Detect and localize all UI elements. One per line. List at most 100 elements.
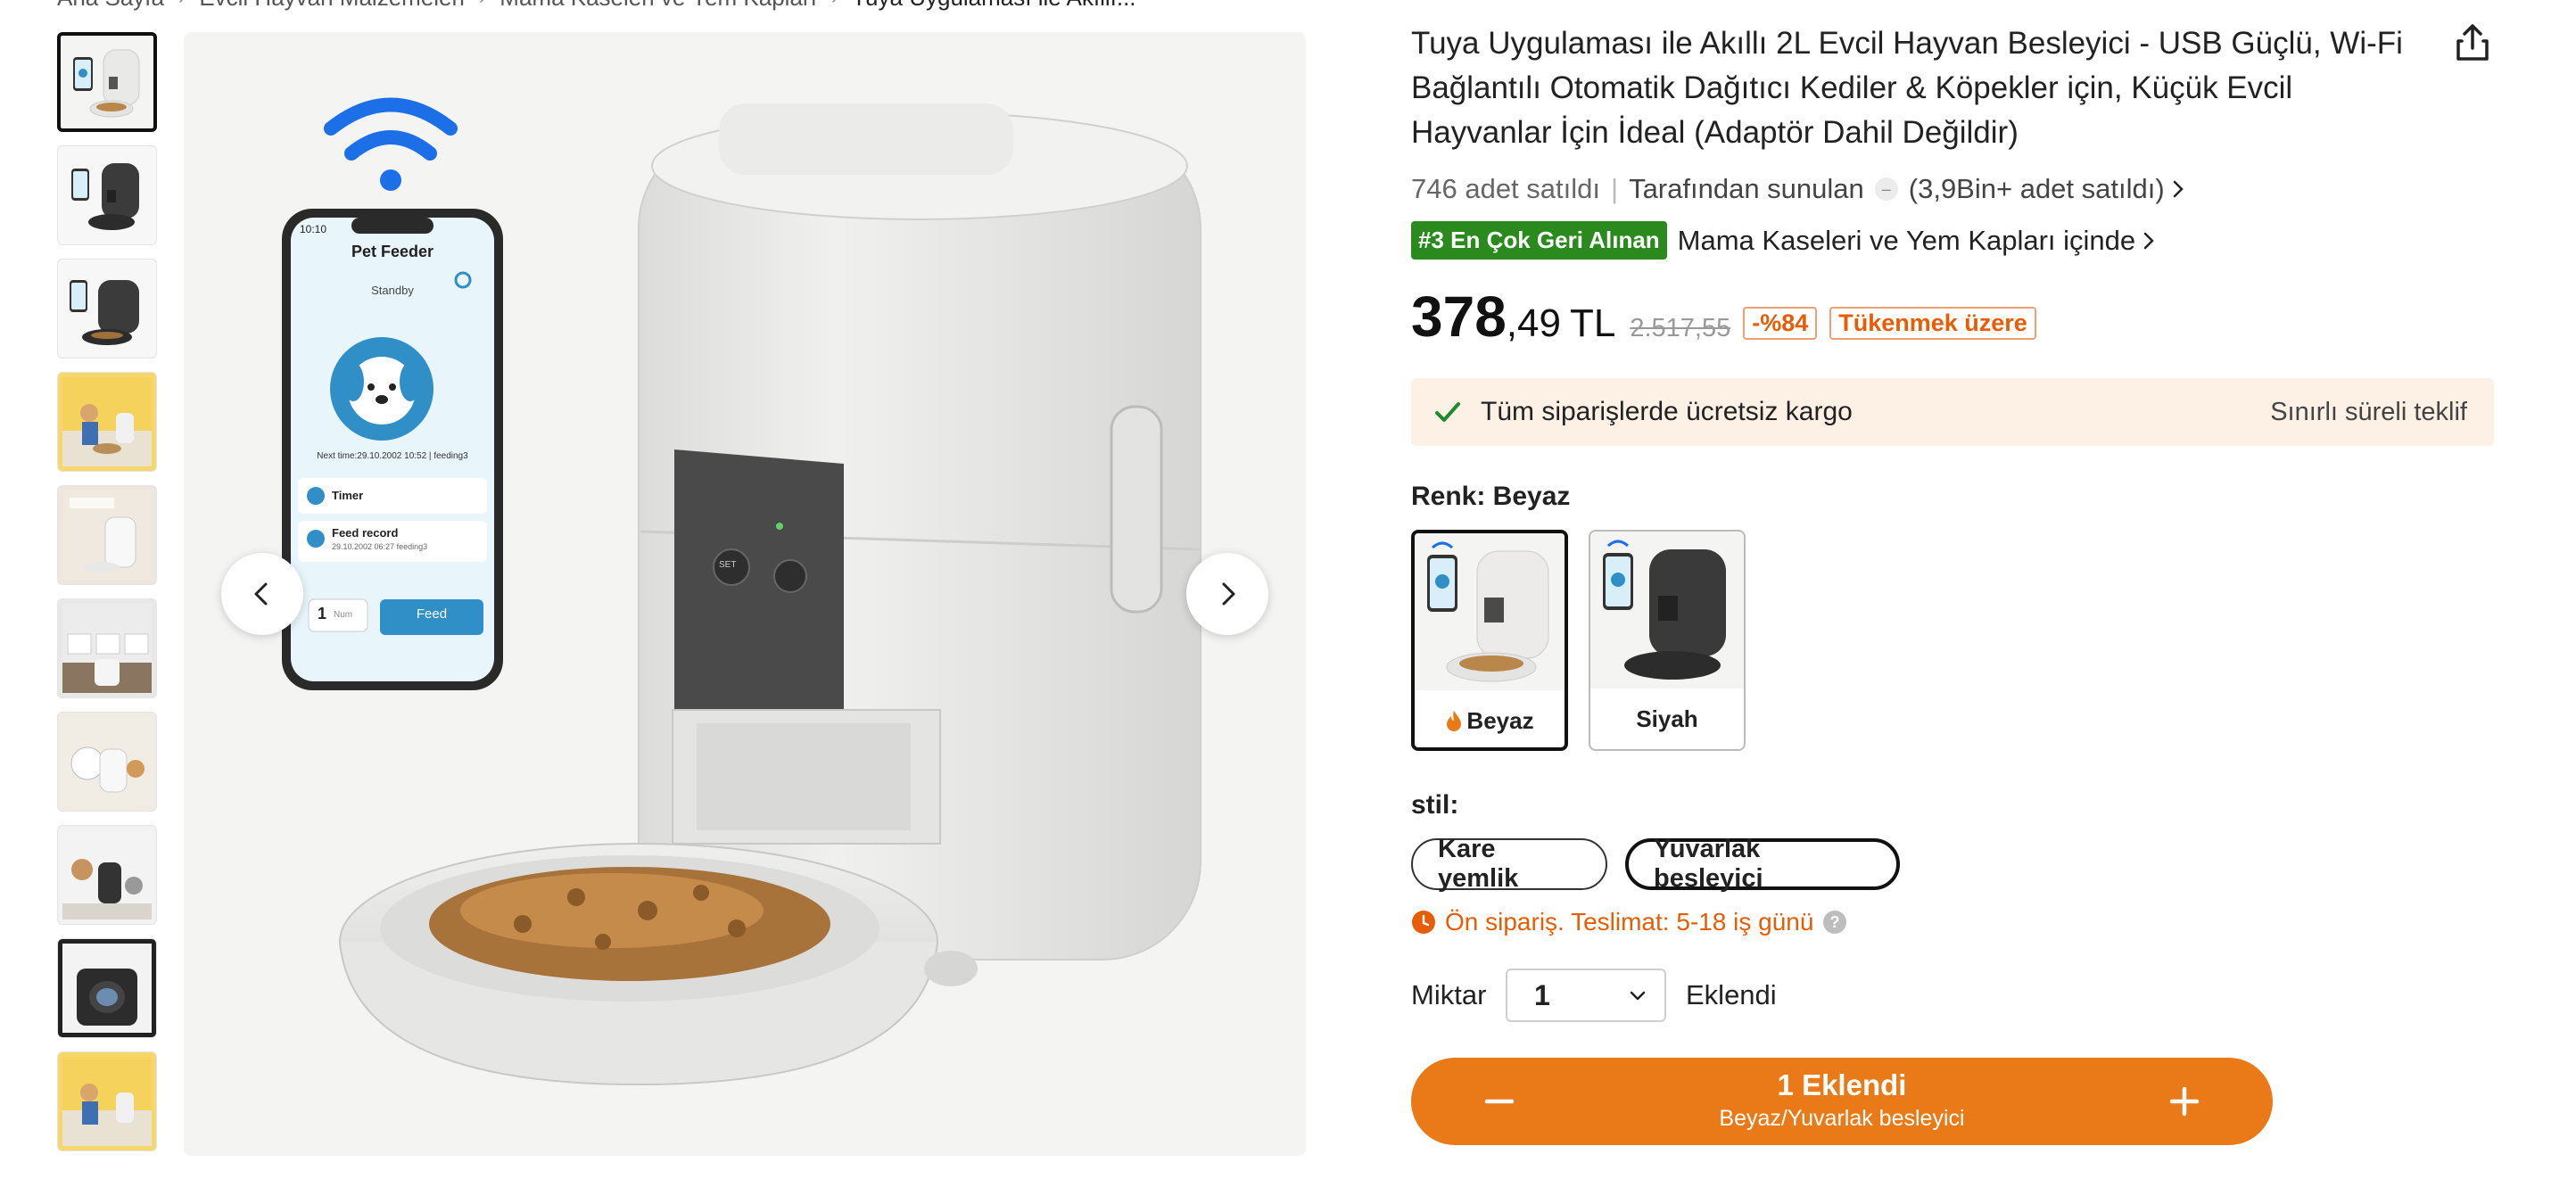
quantity-value: 1 <box>1534 978 1550 1011</box>
phone-next-time: Next time:29.10.2002 10:52 | feeding3 <box>317 451 468 461</box>
breadcrumb-separator: › <box>479 0 485 9</box>
increase-quantity-button[interactable] <box>2160 1077 2209 1125</box>
anti-sticking-image <box>62 944 152 1033</box>
white-feeder-image <box>1427 541 1549 682</box>
divider: | <box>1611 173 1619 204</box>
thumbnail-9[interactable] <box>57 938 157 1038</box>
shipping-banner[interactable]: Tüm siparişlerde ücretsiz kargo Sınırlı … <box>1411 378 2494 446</box>
breadcrumb-current: Tuya Uygulaması ile Akıllı... <box>852 0 1135 12</box>
flame-icon <box>1447 711 1462 731</box>
breadcrumb-bowls[interactable]: Mama Kaseleri ve Yem Kapları <box>500 0 817 12</box>
quantity-added-label: Eklendi <box>1686 979 1777 1010</box>
discount-badge: -%84 <box>1743 307 1818 340</box>
decrease-quantity-button[interactable] <box>1475 1077 1523 1125</box>
price-row: 378 ,49 TL 2.517,55 -%84 Tükenmek üzere <box>1411 284 2036 350</box>
wifi-info-image <box>62 491 152 580</box>
phone-timer-label: Timer <box>332 489 364 502</box>
device-set-label: SET <box>719 560 737 570</box>
plus-icon <box>2169 1086 2200 1117</box>
phone-time: 10:10 <box>300 223 327 235</box>
lifestyle-image <box>62 377 152 466</box>
clock-icon <box>1412 911 1435 934</box>
next-image-button[interactable] <box>1186 553 1268 635</box>
cart-control-bar: 1 Eklendi Beyaz/Yuvarlak besleyici <box>1411 1058 2273 1145</box>
chevron-left-icon <box>254 582 268 606</box>
chevron-right-icon[interactable] <box>2170 179 2186 199</box>
quantity-select[interactable]: 1 <box>1506 969 1666 1022</box>
breadcrumb-separator: › <box>831 0 838 9</box>
price-integer: 378 <box>1411 284 1507 349</box>
check-icon <box>1435 402 1460 422</box>
seller-avatar[interactable]: – <box>1874 177 1898 201</box>
price-decimal: ,49 <box>1506 301 1561 345</box>
color-option-beyaz[interactable]: Beyaz <box>1411 530 1568 751</box>
thumbnail-1[interactable] <box>57 32 157 132</box>
sales-info-row: 746 adet satıldı | Tarafından sunulan – … <box>1411 173 2186 205</box>
sold-count: 746 adet satıldı <box>1411 173 1600 204</box>
color-option-image <box>1590 532 1744 688</box>
seller-sold-count[interactable]: (3,9Bin+ adet satıldı) <box>1909 173 2165 205</box>
question-icon[interactable]: ? <box>1822 910 1847 935</box>
phone-num-label: Num <box>334 610 353 620</box>
color-option-image <box>1415 533 1565 690</box>
phone-feed-record-sub: 29.10.2002 06:27 feeding3 <box>332 542 428 551</box>
thumbnail-7[interactable] <box>57 712 157 812</box>
product-title: Tuya Uygulaması ile Akıllı 2L Evcil Hayv… <box>1411 26 2403 150</box>
breadcrumb-home[interactable]: Ana Sayfa <box>57 0 164 12</box>
white-feeder-image <box>73 49 140 118</box>
style-option-yuvarlak[interactable]: Yuvarlak besleyici <box>1625 835 1900 893</box>
quantity-label: Miktar <box>1411 979 1487 1010</box>
style-label: stil: <box>1411 790 1459 820</box>
thumbnail-3[interactable] <box>57 259 157 359</box>
thumbnail-5[interactable] <box>57 485 157 585</box>
rank-badge: #3 En Çok Geri Alınan <box>1411 221 1667 260</box>
thumbnail-list <box>57 32 161 1165</box>
preorder-text: Ön sipariş. Teslimat: 5-18 iş günü <box>1445 908 1814 936</box>
food-capacity-image <box>62 830 152 919</box>
phone-title: Pet Feeder <box>351 243 434 260</box>
thumbnail-2[interactable] <box>57 145 157 245</box>
color-option-siyah[interactable]: Siyah <box>1589 530 1746 751</box>
rank-category[interactable]: Mama Kaseleri ve Yem Kapları içinde <box>1678 225 2135 257</box>
svg-text:?: ? <box>1830 913 1840 931</box>
offered-by-label: Tarafından sunulan <box>1629 173 1864 204</box>
preorder-notice: Ön sipariş. Teslimat: 5-18 iş günü ? <box>1411 908 1847 936</box>
thumbnail-10[interactable] <box>57 1051 157 1151</box>
phone-status: Standby <box>371 284 414 297</box>
black-feeder-image <box>71 163 139 230</box>
chevron-right-icon <box>1222 582 1235 606</box>
thumbnail-8[interactable] <box>57 825 157 925</box>
style-option-kare[interactable]: Kare yemlik <box>1411 835 1607 893</box>
thumbnail-6[interactable] <box>57 598 157 698</box>
black-feeder-image <box>70 280 139 345</box>
cart-status[interactable]: 1 Eklendi Beyaz/Yuvarlak besleyici <box>1589 1067 2094 1133</box>
black-feeder-image <box>1603 540 1726 680</box>
shipping-text: Tüm siparişlerde ücretsiz kargo <box>1481 397 1853 426</box>
lid-lock-image <box>62 717 152 806</box>
phone-num-value: 1 <box>318 605 327 622</box>
minus-icon <box>1484 1099 1515 1104</box>
color-label: Renk: Beyaz <box>1411 482 1571 511</box>
rank-row[interactable]: #3 En Çok Geri Alınan Mama Kaseleri ve Y… <box>1411 221 2157 260</box>
breadcrumb: Ana Sayfa › Evcil Hayvan Malzemeleri › M… <box>57 0 1136 11</box>
feeder-illustration <box>282 97 1201 1086</box>
phone-feed-button: Feed <box>416 606 448 622</box>
cart-main-label: 1 Eklendi <box>1777 1068 1907 1101</box>
chevron-down-icon <box>1630 991 1646 1001</box>
share-button[interactable] <box>2451 21 2494 64</box>
breadcrumb-pet-supplies[interactable]: Evcil Hayvan Malzemeleri <box>199 0 465 12</box>
multi-feeder-image <box>62 604 152 693</box>
lifestyle-image <box>62 1057 152 1146</box>
thumbnail-4[interactable] <box>57 372 157 472</box>
chevron-right-icon <box>2143 232 2154 249</box>
stock-badge: Tükenmek üzere <box>1829 307 2036 340</box>
color-option-label: Siyah <box>1636 705 1698 732</box>
phone-feed-record-label: Feed record <box>332 526 399 540</box>
share-icon <box>2456 24 2489 61</box>
price-currency: TL <box>1569 301 1616 345</box>
old-price: 2.517,55 <box>1630 314 1731 342</box>
prev-image-button[interactable] <box>221 553 303 635</box>
color-option-label: Beyaz <box>1466 706 1534 734</box>
cart-sub-label: Beyaz/Yuvarlak besleyici <box>1719 1106 1965 1131</box>
main-product-image: 10:10 Pet Feeder Standby Next time:29.10… <box>184 32 1306 1156</box>
